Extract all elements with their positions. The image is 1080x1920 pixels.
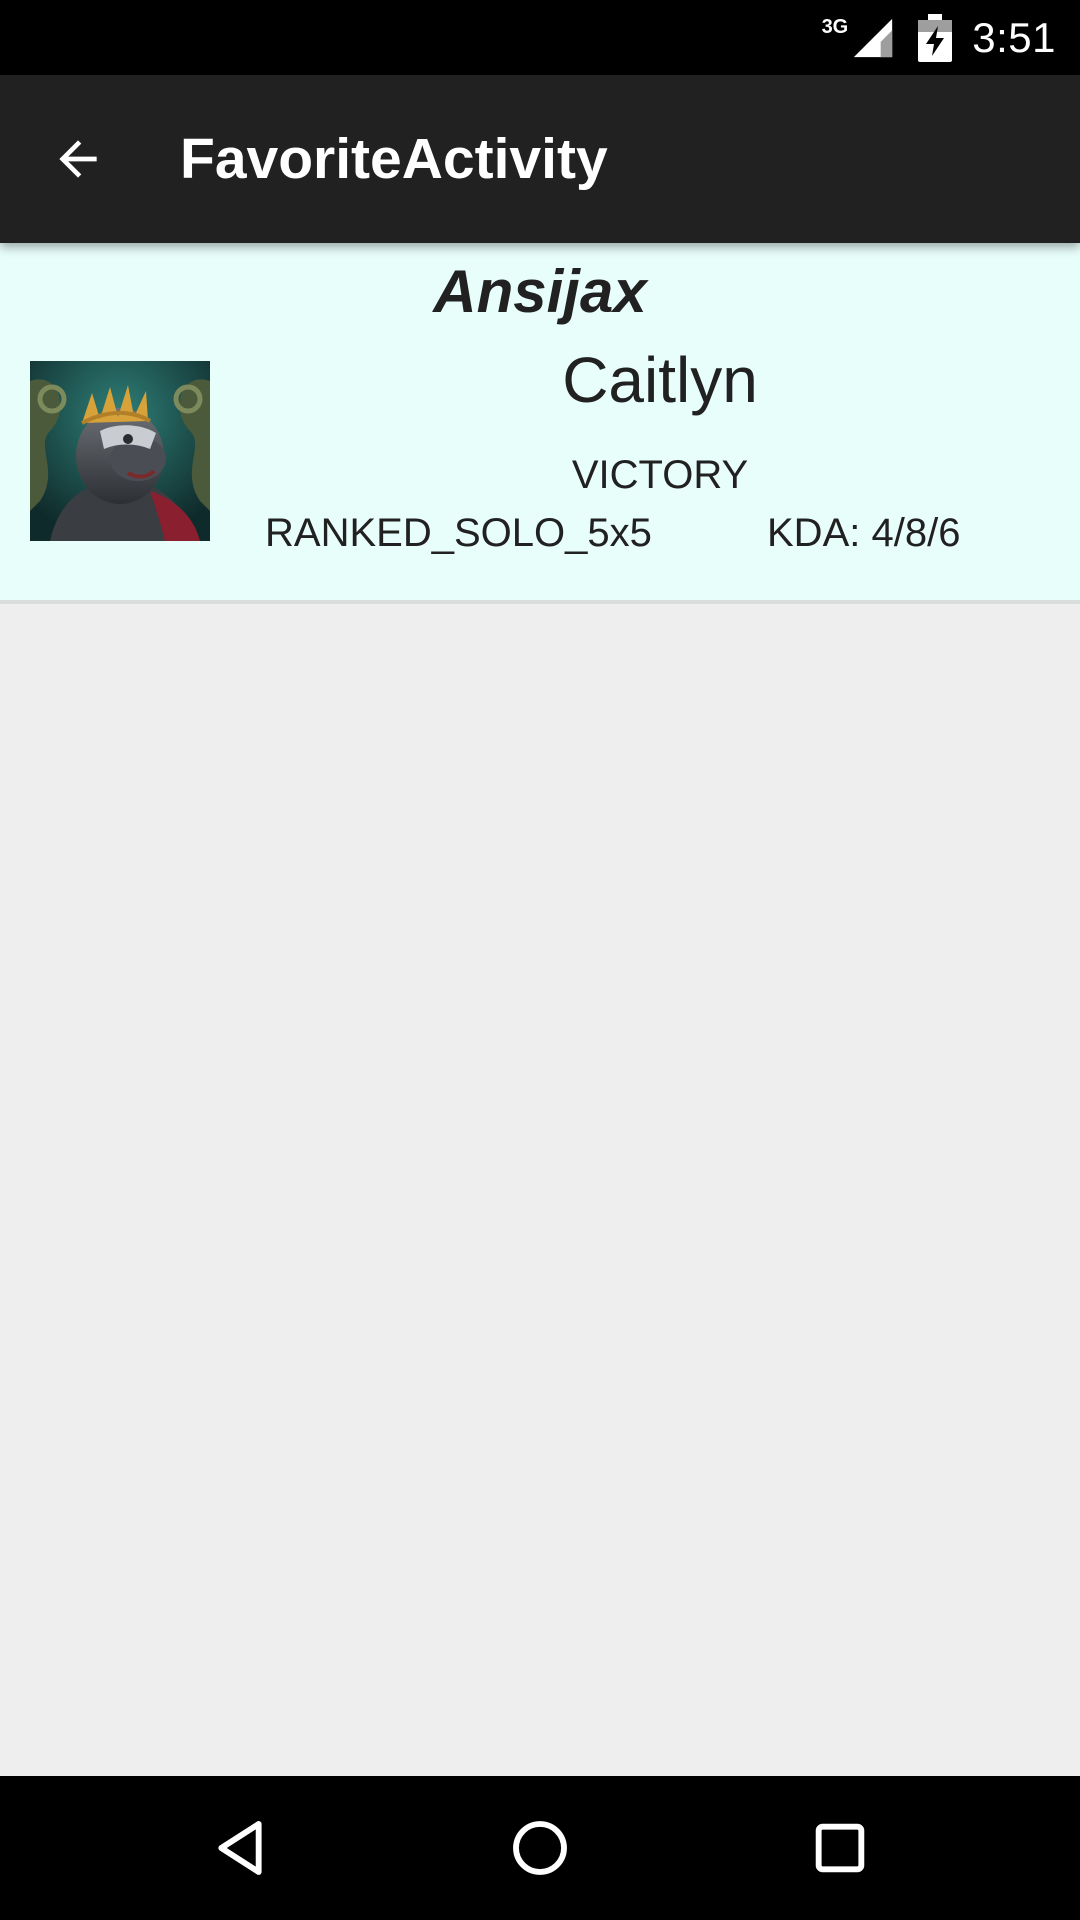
nav-home-button[interactable]	[490, 1798, 590, 1898]
system-nav-bar	[0, 1776, 1080, 1920]
back-triangle-icon	[218, 1821, 262, 1875]
summoner-name: Ansijax	[433, 258, 647, 325]
favorite-match-card[interactable]: Ansijax Caitlyn VICTORY RANKED_SOLO_5x5 …	[0, 243, 1080, 604]
kda-stat: KDA: 4/8/6	[767, 511, 961, 555]
signal-icon	[854, 18, 893, 57]
nav-recents-button[interactable]	[790, 1798, 890, 1898]
champion-name: Caitlyn	[562, 344, 758, 416]
nav-back-button[interactable]	[190, 1798, 290, 1898]
clock: 3:51	[972, 13, 1056, 61]
arrow-back-icon	[59, 140, 97, 178]
battery-charging-icon	[918, 13, 953, 62]
home-circle-icon	[513, 1821, 567, 1875]
queue-type: RANKED_SOLO_5x5	[265, 511, 652, 555]
status-bar: 3G 3:51	[0, 0, 1080, 75]
status-icons: 3G 3:51	[822, 0, 1056, 75]
network-type-label: 3G	[821, 16, 849, 38]
champion-portrait-icon	[30, 361, 210, 541]
match-result: VICTORY	[571, 453, 749, 497]
app-bar: FavoriteActivity	[0, 75, 1080, 243]
page-title: FavoriteActivity	[180, 127, 608, 191]
recents-square-icon	[815, 1823, 865, 1873]
back-button[interactable]	[36, 117, 120, 201]
